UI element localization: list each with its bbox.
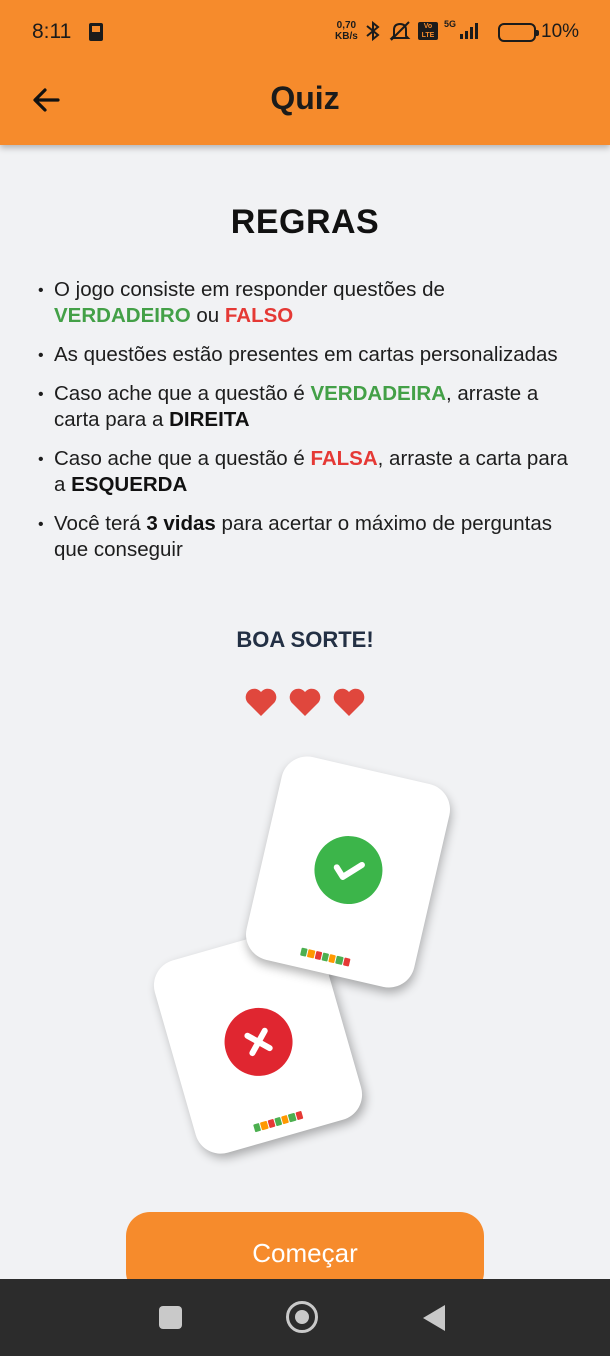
bluetooth-icon	[366, 20, 380, 42]
card-logo	[253, 1110, 304, 1133]
rule-item: O jogo consiste em responder questões de…	[36, 277, 584, 329]
status-bar: 8:11 0,70 KB/s Vo LTE 5G 10%	[0, 0, 610, 62]
home-icon[interactable]	[286, 1301, 318, 1333]
sim-card-icon	[89, 23, 103, 41]
system-nav-bar	[0, 1279, 610, 1356]
signal-icon: 5G	[444, 19, 482, 41]
recent-apps-icon[interactable]	[159, 1306, 182, 1329]
false-badge	[216, 999, 301, 1084]
x-icon	[244, 1027, 273, 1057]
heart-icon	[245, 688, 277, 716]
true-badge	[307, 829, 390, 911]
battery-indicator: 10%	[498, 21, 579, 43]
system-back-icon[interactable]	[423, 1305, 445, 1331]
heart-icon	[333, 688, 365, 716]
status-time: 8:11	[32, 20, 72, 43]
rule-item: Caso ache que a questão é FALSA, arraste…	[36, 446, 584, 498]
page-title: Quiz	[270, 80, 340, 116]
true-card-illustration	[240, 751, 456, 993]
mute-bell-icon	[389, 21, 411, 41]
check-icon	[333, 861, 365, 880]
lives-indicator	[244, 686, 366, 718]
app-header: 8:11 0,70 KB/s Vo LTE 5G 10% Quiz	[0, 0, 610, 145]
rule-item: As questões estão presentes em cartas pe…	[36, 342, 584, 369]
good-luck-text: BOA SORTE!	[236, 627, 374, 652]
status-icons: Vo LTE 5G	[364, 19, 482, 42]
card-logo	[300, 947, 351, 967]
heart-icon	[289, 688, 321, 716]
rule-item: Você terá 3 vidas para acertar o máximo …	[36, 511, 584, 563]
battery-icon	[498, 22, 539, 42]
rule-item: Caso ache que a questão é VERDADEIRA, ar…	[36, 381, 584, 433]
network-speed: 0,70 KB/s	[335, 20, 358, 42]
volte-icon: Vo LTE	[418, 22, 438, 40]
rules-heading: REGRAS	[230, 203, 380, 241]
battery-level: 10%	[541, 21, 580, 42]
rules-list: O jogo consiste em responder questões de…	[36, 277, 584, 576]
